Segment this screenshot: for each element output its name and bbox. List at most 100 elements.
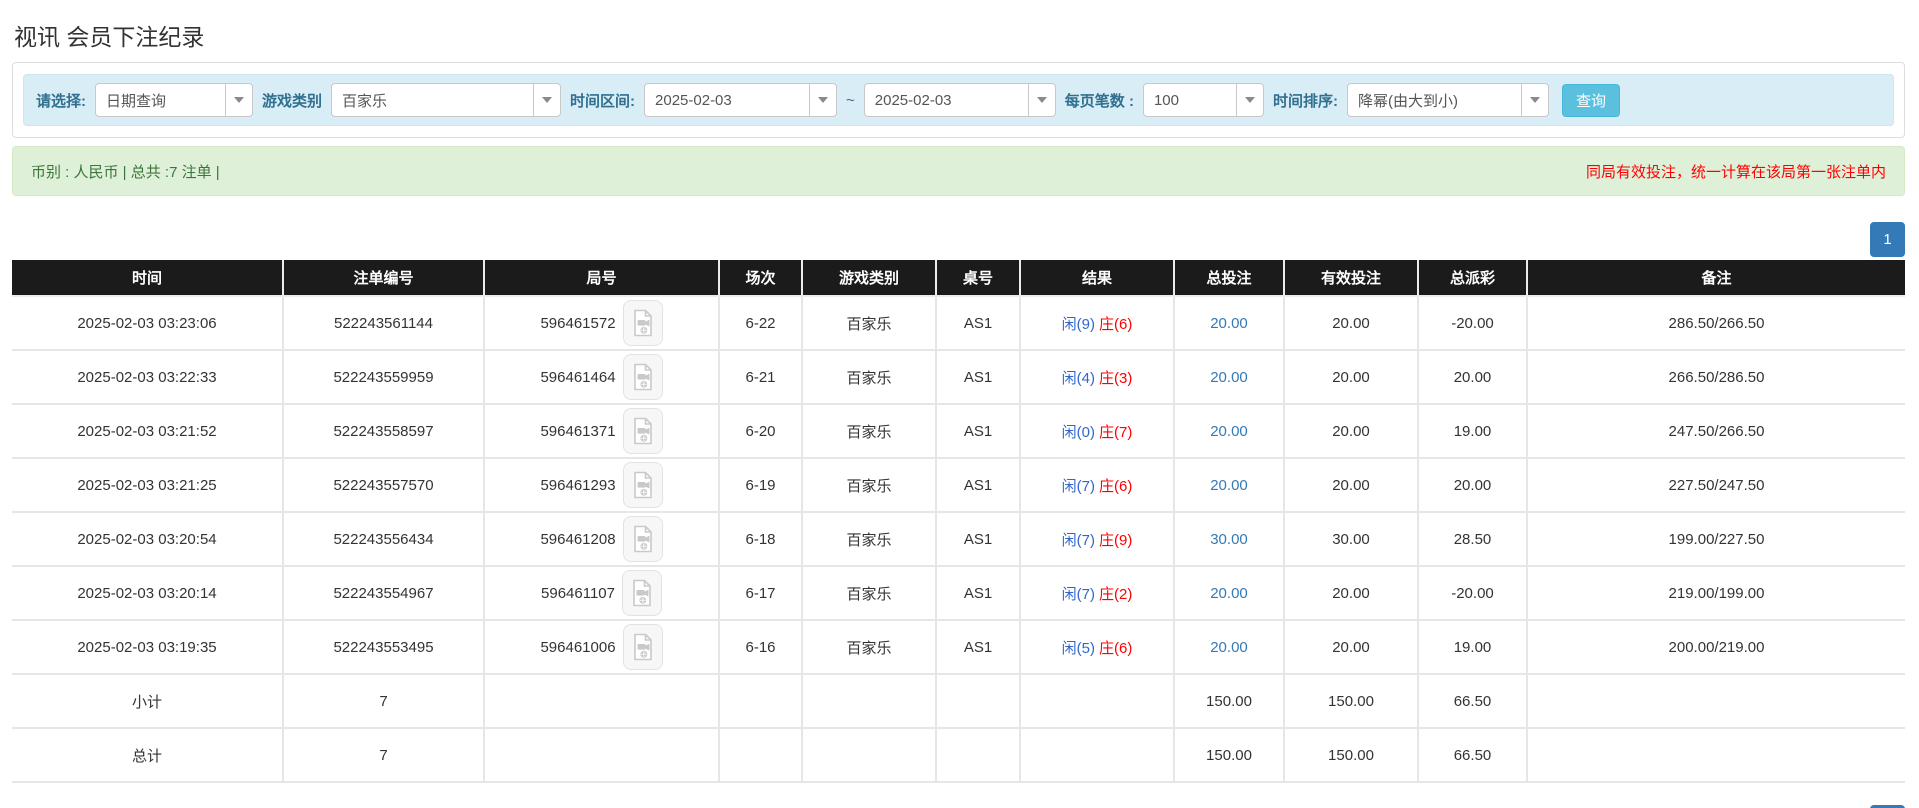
cell-result: 闲(7) 庄(2): [1020, 566, 1175, 621]
total-valid-bet: 150.00: [1284, 728, 1419, 783]
chevron-down-icon: [225, 84, 252, 116]
cell-bet-id: 522243561144: [283, 296, 485, 351]
page-title: 视讯 会员下注纪录: [14, 24, 205, 50]
cell-total-bet: 20.00: [1174, 350, 1285, 405]
summary-bar: 币别 : 人民币 | 总共 :7 注单 | 同局有效投注，统一计算在该局第一张注…: [12, 146, 1905, 196]
cell-time: 2025-02-03 03:20:14: [12, 566, 284, 621]
cell-payout: 20.00: [1418, 458, 1528, 513]
table-header-row: 时间 注单编号 局号 场次 游戏类别 桌号 结果 总投注 有效投注 总派彩 备注: [12, 260, 1905, 297]
header-bet-id: 注单编号: [283, 260, 485, 297]
video-replay-button[interactable]: [622, 516, 663, 562]
table-row: 2025-02-03 03:21:52 522243558597 5964613…: [12, 404, 1905, 459]
cell-round-id: 596461107: [484, 566, 720, 621]
result-player: 闲(5): [1061, 639, 1095, 657]
video-replay-button[interactable]: [622, 462, 663, 508]
result-banker: 庄(7): [1099, 423, 1133, 441]
video-replay-button[interactable]: [622, 408, 663, 454]
round-id-text: 596461371: [540, 422, 616, 440]
header-result: 结果: [1020, 260, 1175, 297]
result-banker: 庄(2): [1099, 585, 1133, 603]
table-row: 2025-02-03 03:21:25 522243557570 5964612…: [12, 458, 1905, 513]
page-size-select[interactable]: 100: [1142, 83, 1264, 117]
subtotal-label: 小计: [12, 674, 284, 729]
game-category-select[interactable]: 百家乐: [331, 83, 562, 117]
video-replay-button[interactable]: [621, 570, 662, 616]
result-player: 闲(7): [1061, 585, 1095, 603]
header-total-bet: 总投注: [1174, 260, 1285, 297]
total-total-bet: 150.00: [1174, 728, 1285, 783]
cell-valid-bet: 20.00: [1284, 620, 1419, 675]
cell-remark: 227.50/247.50: [1527, 458, 1905, 513]
page-1-button[interactable]: 1: [1870, 222, 1905, 257]
table-row: 2025-02-03 03:23:06 522243561144 5964615…: [12, 296, 1905, 351]
result-banker: 庄(6): [1099, 315, 1133, 333]
subtotal-count: 7: [283, 674, 485, 729]
time-sort-select[interactable]: 降幂(由大到小): [1346, 83, 1549, 117]
query-type-value: 日期查询: [106, 92, 167, 110]
cell-total-bet: 30.00: [1174, 512, 1285, 567]
total-bet-link[interactable]: 20.00: [1210, 477, 1248, 494]
cell-total-bet: 20.00: [1174, 296, 1285, 351]
cell-payout: 28.50: [1418, 512, 1528, 567]
time-sort-value: 降幂(由大到小): [1357, 92, 1458, 110]
cell-valid-bet: 20.00: [1284, 458, 1419, 513]
cell-valid-bet: 20.00: [1284, 350, 1419, 405]
chevron-down-icon: [1027, 84, 1055, 116]
date-to-value: 2025-02-03: [874, 91, 952, 109]
time-sort-label: 时间排序:: [1272, 92, 1338, 110]
cell-remark: 200.00/219.00: [1527, 620, 1905, 675]
round-id-text: 596461464: [540, 368, 616, 386]
total-bet-link[interactable]: 20.00: [1210, 423, 1248, 440]
result-player: 闲(7): [1061, 477, 1095, 495]
cell-valid-bet: 30.00: [1284, 512, 1419, 567]
total-bet-link[interactable]: 20.00: [1210, 369, 1248, 386]
cell-remark: 247.50/266.50: [1527, 404, 1905, 459]
cell-session: 6-18: [719, 512, 803, 567]
video-file-icon: [631, 363, 655, 391]
cell-game: 百家乐: [802, 458, 937, 513]
cell-bet-id: 522243554967: [283, 566, 485, 621]
cell-table-no: AS1: [936, 566, 1021, 621]
cell-table-no: AS1: [936, 458, 1021, 513]
grand-total-row: 总计 7 150.00 150.00 66.50: [12, 728, 1905, 783]
cell-session: 6-16: [719, 620, 803, 675]
cell-total-bet: 20.00: [1174, 566, 1285, 621]
round-id-text: 596461107: [541, 584, 615, 602]
search-button[interactable]: 查询: [1561, 83, 1620, 117]
cell-round-id: 596461006: [484, 620, 720, 675]
filter-bar: 请选择: 日期查询 游戏类别 百家乐 时间区间: 2025-02-03 ~ 20…: [23, 74, 1894, 126]
cell-result: 闲(5) 庄(6): [1020, 620, 1175, 675]
video-replay-button[interactable]: [622, 300, 663, 346]
cell-remark: 286.50/266.50: [1527, 296, 1905, 351]
table-row: 2025-02-03 03:19:35 522243553495 5964610…: [12, 620, 1905, 675]
header-remark: 备注: [1527, 260, 1905, 297]
cell-time: 2025-02-03 03:21:52: [12, 404, 284, 459]
result-banker: 庄(6): [1099, 477, 1133, 495]
total-bet-link[interactable]: 30.00: [1210, 531, 1248, 548]
cell-bet-id: 522243557570: [283, 458, 485, 513]
cell-time: 2025-02-03 03:23:06: [12, 296, 284, 351]
cell-payout: 19.00: [1418, 620, 1528, 675]
date-from-select[interactable]: 2025-02-03: [644, 83, 838, 117]
currency-summary-text: 币别 : 人民币 | 总共 :7 注单 |: [31, 163, 220, 181]
result-player: 闲(7): [1061, 531, 1095, 549]
cell-table-no: AS1: [936, 296, 1021, 351]
cell-payout: 20.00: [1418, 350, 1528, 405]
date-range-separator: ~: [846, 91, 855, 109]
cell-game: 百家乐: [802, 296, 937, 351]
chevron-down-icon: [1235, 84, 1263, 116]
cell-table-no: AS1: [936, 350, 1021, 405]
total-bet-link[interactable]: 20.00: [1210, 585, 1248, 602]
cell-time: 2025-02-03 03:20:54: [12, 512, 284, 567]
table-row: 2025-02-03 03:20:54 522243556434 5964612…: [12, 512, 1905, 567]
total-bet-link[interactable]: 20.00: [1210, 639, 1248, 656]
result-banker: 庄(9): [1099, 531, 1133, 549]
video-replay-button[interactable]: [622, 354, 663, 400]
video-replay-button[interactable]: [622, 624, 663, 670]
cell-round-id: 596461572: [484, 296, 720, 351]
header-table-no: 桌号: [936, 260, 1021, 297]
total-bet-link[interactable]: 20.00: [1210, 315, 1248, 332]
query-type-select[interactable]: 日期查询: [95, 83, 253, 117]
chevron-down-icon: [1520, 84, 1548, 116]
date-to-select[interactable]: 2025-02-03: [863, 83, 1056, 117]
